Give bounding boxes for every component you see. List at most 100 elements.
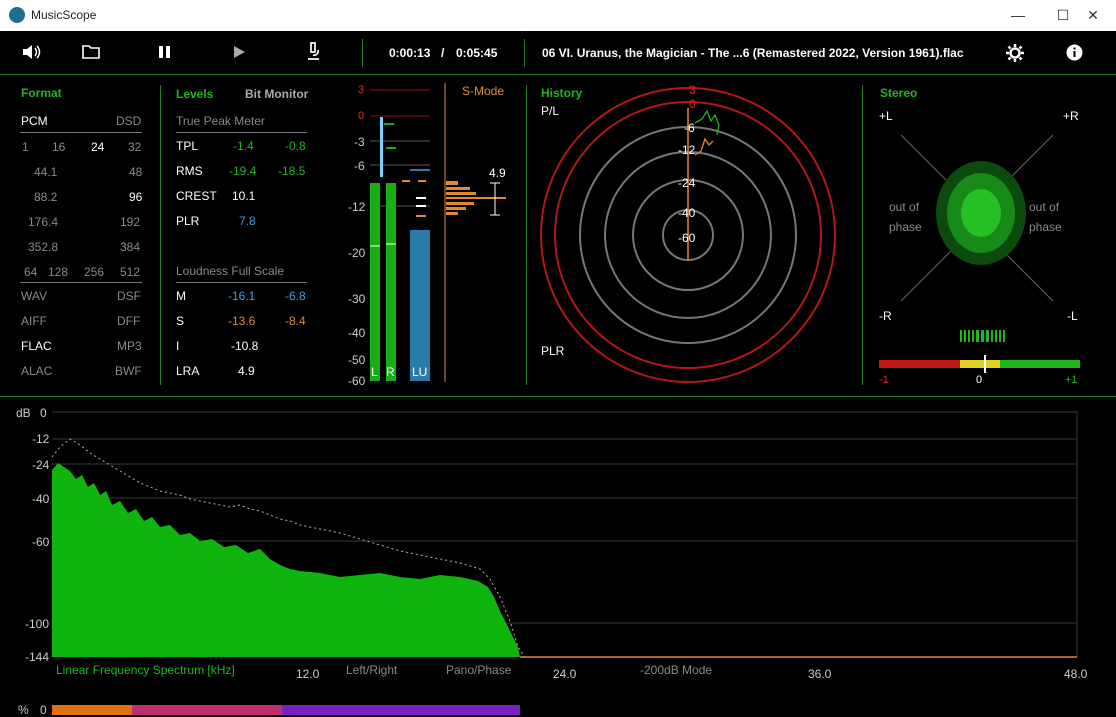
spectrum-title: Linear Frequency Spectrum [kHz] xyxy=(56,663,235,677)
window-title: MusicScope xyxy=(31,8,97,22)
rate-48: 48 xyxy=(129,165,143,179)
spectrum-x-12: 12.0 xyxy=(296,667,320,681)
app-logo-icon xyxy=(9,7,25,23)
stereo-plus-r: +R xyxy=(1063,109,1079,123)
spectrum-y-m12: -12 xyxy=(32,432,50,446)
rate-192: 192 xyxy=(120,215,141,229)
out-of-phase-right-1: out of xyxy=(1029,200,1060,214)
file-flac: FLAC xyxy=(21,339,52,353)
close-button[interactable]: ✕ xyxy=(1070,0,1116,31)
m-label: M xyxy=(176,289,186,303)
file-dff: DFF xyxy=(117,314,141,328)
stereo-panel: Stereo +L +R -R -L out of phase out of p… xyxy=(863,75,1116,390)
level-meter-panel: 3 0 -3 -6 -12 -20 -30 -40 -50 -60 S-Mode… xyxy=(340,75,526,390)
dsd-256: 256 xyxy=(84,265,105,279)
folder-icon[interactable] xyxy=(82,44,100,59)
plr-value: 7.8 xyxy=(239,214,256,228)
meter-tick-0: 0 xyxy=(358,110,365,122)
balance-minus-one: -1 xyxy=(879,374,889,386)
tab-bit-monitor[interactable]: Bit Monitor xyxy=(245,87,308,101)
minimize-button[interactable]: — xyxy=(995,0,1041,31)
i-label: I xyxy=(176,339,180,353)
dsd-64: 64 xyxy=(24,265,38,279)
rate-96: 96 xyxy=(129,190,143,204)
history-ring-3: 3 xyxy=(689,83,696,97)
dsd-128: 128 xyxy=(48,265,69,279)
tpl-right: -0.8 xyxy=(285,139,306,153)
mode-pano-phase[interactable]: Pano/Phase xyxy=(446,663,511,677)
spectrum-y-m24: -24 xyxy=(32,458,50,472)
spectrum-db-label: dB xyxy=(16,406,31,420)
info-icon[interactable] xyxy=(1066,44,1083,61)
loudness-title: Loudness Full Scale xyxy=(176,264,285,278)
mode-left-right[interactable]: Left/Right xyxy=(346,663,397,677)
history-panel: History P/L PLR 3 0 -6 -12 -24 -40 -60 xyxy=(527,75,862,385)
rms-label: RMS xyxy=(176,164,203,178)
elapsed-time: 0:00:13 xyxy=(389,46,431,60)
rate-352: 352.8 xyxy=(28,240,59,254)
m-max: -6.8 xyxy=(285,289,306,303)
format-panel: Format PCM DSD 1 16 24 32 44.1 48 88.2 9… xyxy=(0,75,160,385)
stereo-minus-l: -L xyxy=(1067,309,1078,323)
history-ring-0: 0 xyxy=(689,97,696,111)
total-time: 0:05:45 xyxy=(456,46,498,60)
spectrum-y-m144: -144 xyxy=(25,650,50,664)
meter-tick-m40: -40 xyxy=(348,326,366,340)
title-bar: MusicScope — ☐ ✕ xyxy=(0,0,1116,31)
file-alac: ALAC xyxy=(21,364,53,378)
spectrum-x-24: 24.0 xyxy=(553,667,577,681)
file-bwf: BWF xyxy=(115,364,142,378)
spectrum-x-36: 36.0 xyxy=(808,667,832,681)
tab-levels[interactable]: Levels xyxy=(176,87,213,101)
spectrum-panel: dB 0 -12 -24 -40 -60 -100 -144 Linear Fr… xyxy=(0,397,1116,717)
format-pcm: PCM xyxy=(21,114,48,128)
file-dsf: DSF xyxy=(117,289,141,303)
s-label: S xyxy=(176,314,185,328)
true-peak-title: True Peak Meter xyxy=(176,114,265,128)
toolbar: 0:00:13 / 0:05:45 06 VI. Uranus, the Mag… xyxy=(0,31,1116,74)
lra-value: 4.9 xyxy=(238,364,255,378)
s-value: -13.6 xyxy=(228,314,256,328)
dsd-512: 512 xyxy=(120,265,141,279)
m-value: -16.1 xyxy=(228,289,256,303)
settings-gear-icon[interactable] xyxy=(1006,44,1024,62)
crest-value: 10.1 xyxy=(232,189,256,203)
spectrum-y-m100: -100 xyxy=(25,617,50,631)
history-ring-m24: -24 xyxy=(678,176,696,190)
s-max: -8.4 xyxy=(285,314,306,328)
out-of-phase-left-2: phase xyxy=(889,220,922,234)
out-of-phase-right-2: phase xyxy=(1029,220,1062,234)
meter-tick-m3: -3 xyxy=(354,135,365,149)
spectrum-y-m40: -40 xyxy=(32,492,50,506)
bit-32: 32 xyxy=(128,140,142,154)
out-of-phase-left-1: out of xyxy=(889,200,920,214)
bar-label-l: L xyxy=(371,365,378,379)
file-wav: WAV xyxy=(21,289,47,303)
microscope-icon[interactable] xyxy=(305,42,321,61)
meter-tick-m12: -12 xyxy=(348,200,366,214)
meter-tick-m60: -60 xyxy=(348,374,366,388)
level-meter-graphic xyxy=(370,83,506,382)
bar-label-lu: LU xyxy=(412,365,428,379)
balance-plus-one: +1 xyxy=(1065,374,1078,386)
mode-200db[interactable]: -200dB Mode xyxy=(640,663,712,677)
file-aiff: AIFF xyxy=(21,314,47,328)
balance-zero: 0 xyxy=(976,374,983,386)
bar-label-r: R xyxy=(386,365,395,379)
meter-tick-3: 3 xyxy=(358,84,365,96)
play-icon[interactable] xyxy=(232,45,246,59)
levels-panel: Levels Bit Monitor True Peak Meter TPL -… xyxy=(161,75,361,385)
meter-tick-m20: -20 xyxy=(348,246,366,260)
file-name: 06 VI. Uranus, the Magician - The ...6 (… xyxy=(542,46,964,60)
volume-icon[interactable] xyxy=(22,44,42,60)
crest-label: CREST xyxy=(176,189,217,203)
pause-icon[interactable] xyxy=(158,45,172,59)
history-ring-m6: -6 xyxy=(684,121,695,135)
rate-88: 88.2 xyxy=(34,190,58,204)
i-value: -10.8 xyxy=(231,339,259,353)
toolbar-divider xyxy=(524,39,525,67)
s-mode-label[interactable]: S-Mode xyxy=(462,84,504,98)
history-ring-m12: -12 xyxy=(678,143,696,157)
stereo-plus-l: +L xyxy=(879,109,893,123)
plr-label: PLR xyxy=(176,214,200,228)
